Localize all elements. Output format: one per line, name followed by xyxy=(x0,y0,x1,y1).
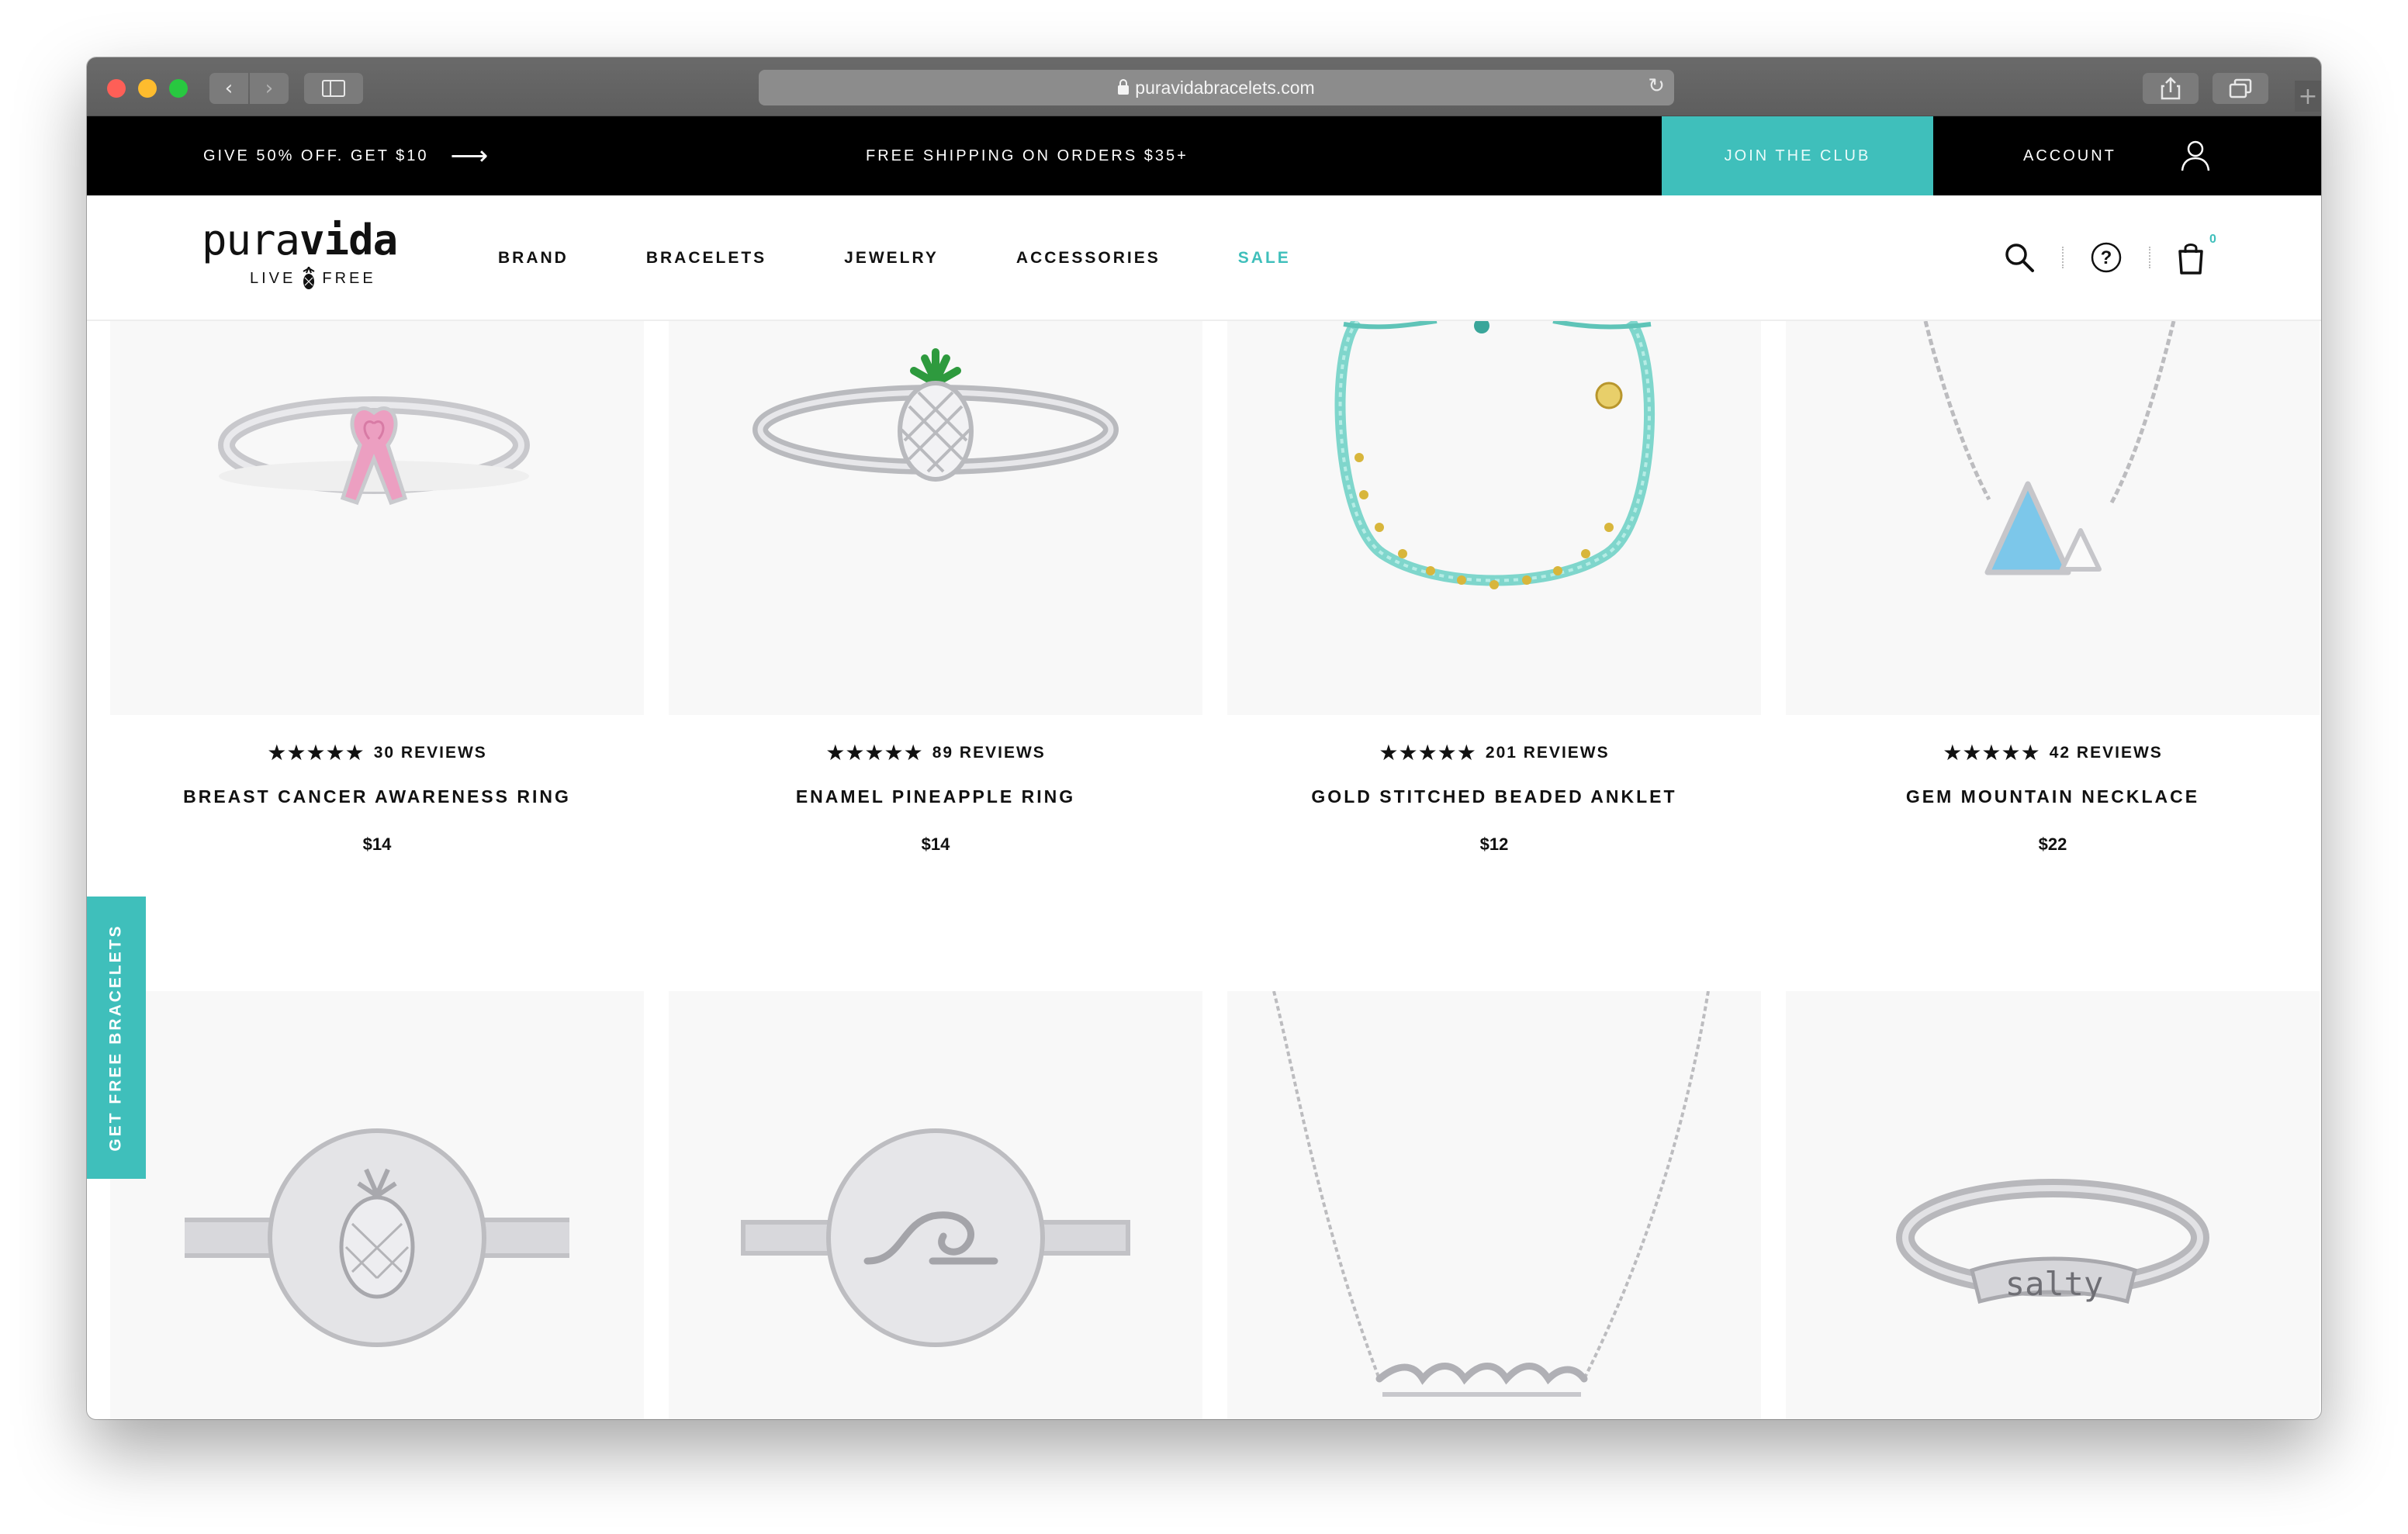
chevron-right-icon: › xyxy=(265,77,274,100)
product-name[interactable]: GOLD STITCHED BEADED ANKLET xyxy=(1227,786,1761,807)
back-button[interactable]: ‹ xyxy=(209,73,248,104)
product-name[interactable]: ENAMEL PINEAPPLE RING xyxy=(669,786,1202,807)
product-image[interactable]: salty xyxy=(1786,991,2320,1419)
beaded-anklet-image xyxy=(1334,321,1655,589)
nav-accessories[interactable]: ACCESSORIES xyxy=(1016,249,1161,268)
new-tab-button[interactable]: + xyxy=(2295,81,2321,112)
product-name[interactable]: GEM MOUNTAIN NECKLACE xyxy=(1786,786,2320,807)
product-image[interactable] xyxy=(1227,991,1761,1419)
user-icon[interactable] xyxy=(2180,140,2211,172)
chevron-left-icon: ‹ xyxy=(224,77,234,100)
nav-bracelets[interactable]: BRACELETS xyxy=(646,249,766,268)
minimize-window-button[interactable] xyxy=(138,79,157,98)
get-free-bracelets-tab[interactable]: GET FREE BRACELETS xyxy=(87,897,146,1179)
pineapple-logo-icon xyxy=(303,267,315,289)
referral-link[interactable]: GIVE 50% OFF. GET $10 ⟶ xyxy=(203,116,488,195)
search-icon[interactable] xyxy=(2003,241,2036,274)
rating-row[interactable]: ★★★★★ 201 REVIEWS xyxy=(1227,740,1761,765)
pineapple-ring-image xyxy=(752,348,1119,482)
puravida-logo[interactable]: puravida LIVE FREE xyxy=(202,219,427,290)
mountain-necklace-image xyxy=(1923,321,2176,575)
cart-count-badge: 0 xyxy=(2209,233,2216,246)
close-window-button[interactable] xyxy=(107,79,126,98)
nav-sale[interactable]: SALE xyxy=(1238,249,1291,268)
product-image[interactable] xyxy=(1227,321,1761,715)
browser-window: ‹ › puravidabracelets.com ↻ + GIVE 50% O… xyxy=(87,57,2321,1419)
nav-links: BRAND BRACELETS JEWELRY ACCESSORIES SALE xyxy=(498,195,1368,321)
arrow-right-icon: ⟶ xyxy=(450,140,489,171)
wave-signet-ring-image xyxy=(741,1128,1130,1347)
nav-brand[interactable]: BRAND xyxy=(498,249,569,268)
reload-icon[interactable]: ↻ xyxy=(1648,74,1665,98)
pink-ribbon-ring-image xyxy=(218,396,530,506)
product-image[interactable] xyxy=(669,321,1202,715)
product-image[interactable] xyxy=(669,991,1202,1419)
share-icon xyxy=(2161,77,2181,100)
sidebar-icon xyxy=(322,80,345,97)
forward-button[interactable]: › xyxy=(250,73,289,104)
pineapple-signet-ring-image xyxy=(185,1128,569,1347)
rating-row[interactable]: ★★★★★ 42 REVIEWS xyxy=(1786,740,2320,765)
zoom-window-button[interactable] xyxy=(169,79,188,98)
svg-text:?: ? xyxy=(2101,247,2112,268)
ring-engraving: salty xyxy=(2005,1265,2103,1303)
side-tab-label: GET FREE BRACELETS xyxy=(107,924,125,1152)
promo-bar: GIVE 50% OFF. GET $10 ⟶ FREE SHIPPING ON… xyxy=(87,116,2321,195)
product-price: $14 xyxy=(362,834,392,854)
sidebar-toggle-button[interactable] xyxy=(304,73,363,104)
main-navigation: puravida LIVE FREE BRAND BRACELETS JEWEL… xyxy=(87,195,2321,321)
tabs-icon xyxy=(2229,78,2252,98)
product-grid: ★★★★★ 30 REVIEWS BREAST CANCER AWARENESS… xyxy=(87,321,2321,1419)
review-count: 42 REVIEWS xyxy=(2049,743,2163,762)
star-rating-icon: ★★★★★ xyxy=(267,740,365,765)
help-icon[interactable]: ? xyxy=(2090,241,2123,274)
lock-icon xyxy=(1118,79,1130,95)
review-count: 201 REVIEWS xyxy=(1485,743,1610,762)
salty-ring-image: salty xyxy=(1896,1179,2209,1304)
product-name[interactable]: BREAST CANCER AWARENESS RING xyxy=(110,786,644,807)
divider xyxy=(2062,247,2064,268)
review-count: 89 REVIEWS xyxy=(932,743,1046,762)
star-rating-icon: ★★★★★ xyxy=(1943,740,2040,765)
divider xyxy=(2149,247,2150,268)
logo-tagline: LIVE FREE xyxy=(250,267,427,290)
url-text: puravidabracelets.com xyxy=(1135,77,1315,98)
nav-jewelry[interactable]: JEWELRY xyxy=(844,249,939,268)
shopping-bag-icon[interactable] xyxy=(2177,240,2205,275)
product-price: $22 xyxy=(2038,834,2067,854)
nav-utility-icons: ? xyxy=(2003,233,2205,282)
plus-icon: + xyxy=(2298,82,2318,110)
rating-row[interactable]: ★★★★★ 30 REVIEWS xyxy=(110,740,644,765)
product-image[interactable] xyxy=(1786,321,2320,715)
show-tabs-button[interactable] xyxy=(2213,73,2268,104)
product-price: $12 xyxy=(1479,834,1509,854)
star-rating-icon: ★★★★★ xyxy=(825,740,923,765)
product-image[interactable] xyxy=(110,321,644,715)
join-the-club-button[interactable]: JOIN THE CLUB xyxy=(1662,116,1933,195)
address-bar[interactable]: puravidabracelets.com ↻ xyxy=(759,70,1674,105)
logo-wordmark: puravida xyxy=(202,216,398,264)
product-image[interactable] xyxy=(110,991,644,1419)
review-count: 30 REVIEWS xyxy=(373,743,487,762)
star-rating-icon: ★★★★★ xyxy=(1379,740,1476,765)
browser-toolbar: ‹ › puravidabracelets.com ↻ + xyxy=(87,57,2321,116)
rating-row[interactable]: ★★★★★ 89 REVIEWS xyxy=(669,740,1202,765)
referral-text: GIVE 50% OFF. GET $10 xyxy=(203,147,429,164)
account-link[interactable]: ACCOUNT xyxy=(2023,116,2116,195)
share-button[interactable] xyxy=(2143,73,2199,104)
shipping-message: FREE SHIPPING ON ORDERS $35+ xyxy=(866,147,1188,164)
product-price: $14 xyxy=(921,834,950,854)
wave-necklace-image xyxy=(1272,991,1710,1397)
